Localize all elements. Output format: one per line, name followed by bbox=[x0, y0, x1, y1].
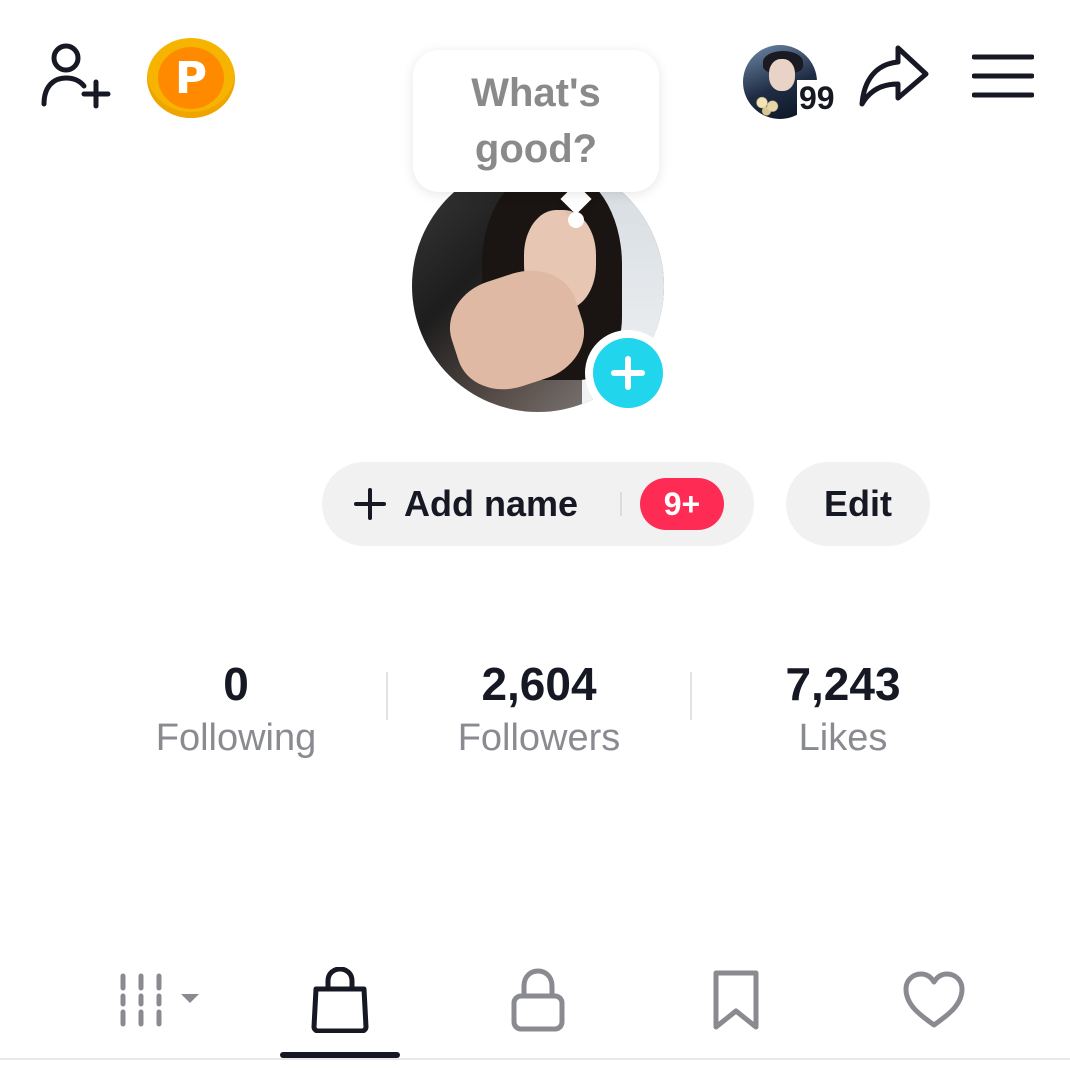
likes-label: Likes bbox=[798, 717, 888, 759]
tab-saved[interactable] bbox=[686, 960, 786, 1040]
bubble-text-line2: good? bbox=[474, 127, 598, 171]
add-name-label: Add name bbox=[404, 483, 579, 524]
stat-following[interactable]: 0 Following bbox=[106, 655, 366, 763]
grid-icon bbox=[120, 973, 199, 1027]
divider bbox=[620, 492, 622, 516]
heart-icon bbox=[903, 971, 965, 1028]
add-friend-button[interactable] bbox=[36, 40, 112, 112]
following-label: Following bbox=[155, 717, 317, 759]
menu-button[interactable] bbox=[970, 50, 1036, 102]
add-name-button[interactable]: Add name 9+ bbox=[322, 462, 754, 546]
bookmark-icon bbox=[713, 970, 759, 1030]
chevron-down-icon bbox=[181, 994, 199, 1003]
plus-icon bbox=[611, 356, 645, 390]
coin-letter: P bbox=[174, 52, 208, 104]
hamburger-icon bbox=[972, 54, 1034, 98]
shopping-bag-icon bbox=[311, 967, 369, 1033]
stat-likes[interactable]: 7,243 Likes bbox=[713, 655, 973, 763]
edit-profile-button[interactable]: Edit bbox=[786, 462, 930, 546]
share-arrow-icon bbox=[859, 45, 929, 107]
bubble-dot bbox=[568, 212, 584, 228]
notification-count: 99 bbox=[797, 80, 837, 116]
plus-icon bbox=[354, 488, 386, 520]
add-person-icon bbox=[41, 43, 111, 109]
tab-shop[interactable] bbox=[290, 960, 390, 1040]
notification-badge: 9+ bbox=[640, 478, 724, 530]
coin-icon: P bbox=[158, 47, 224, 109]
tab-videos[interactable] bbox=[100, 960, 210, 1040]
tab-liked[interactable] bbox=[884, 960, 984, 1040]
followers-count: 2,604 bbox=[481, 658, 597, 710]
share-button[interactable] bbox=[856, 40, 932, 112]
following-count: 0 bbox=[223, 658, 249, 710]
whats-good-bubble[interactable]: What's good? bbox=[413, 50, 659, 192]
followers-label: Followers bbox=[457, 717, 621, 759]
coin-button[interactable]: P bbox=[147, 38, 235, 118]
stat-divider bbox=[690, 672, 692, 720]
add-photo-button[interactable] bbox=[585, 330, 671, 416]
stat-divider bbox=[386, 672, 388, 720]
bubble-text-line1: What's bbox=[471, 71, 601, 115]
lock-icon bbox=[511, 968, 565, 1032]
stat-followers[interactable]: 2,604 Followers bbox=[409, 655, 669, 763]
divider bbox=[0, 1058, 1070, 1060]
tab-private[interactable] bbox=[488, 960, 588, 1040]
likes-count: 7,243 bbox=[785, 658, 901, 710]
